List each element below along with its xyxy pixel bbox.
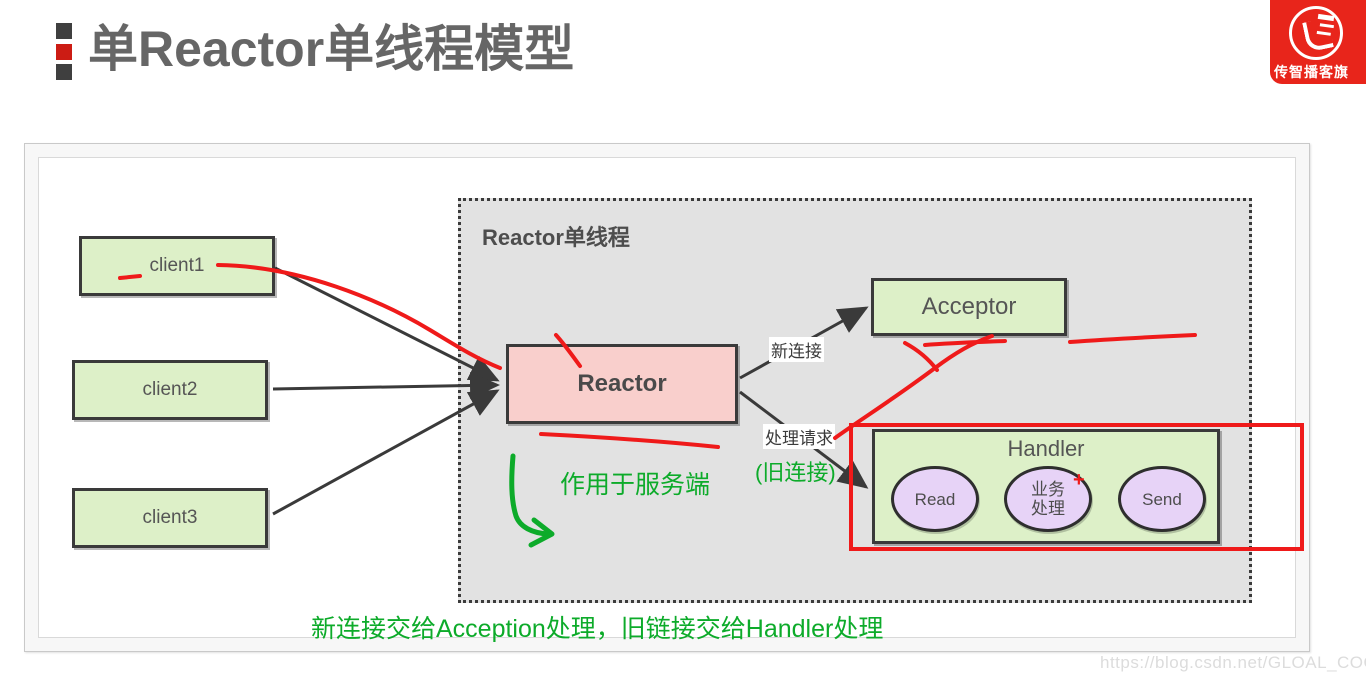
client-box-1[interactable]: client1 (79, 236, 275, 296)
handler-node-send[interactable]: Send (1118, 466, 1206, 532)
slide-page: 单Reactor单线程模型 传智播客旗 Reactor单线程 client1 c (0, 0, 1366, 683)
reactor-label: Reactor (577, 370, 667, 397)
bullet-square-top (56, 23, 72, 39)
handler-node-label: 业务 处理 (1031, 480, 1065, 518)
client-box-2[interactable]: client2 (72, 360, 268, 420)
bullet-square-bottom (56, 64, 72, 80)
edge-label-new-connection: 新连接 (769, 337, 824, 362)
client-label: client1 (149, 255, 205, 276)
annotation-caption: 新连接交给Acception处理，旧链接交给Handler处理 (311, 615, 884, 643)
acceptor-box[interactable]: Acceptor (871, 278, 1067, 336)
client-label: client2 (142, 379, 198, 400)
acceptor-label: Acceptor (921, 293, 1017, 320)
annotation-old-connection: (旧连接) (755, 460, 836, 485)
slide-header: 单Reactor单线程模型 传智播客旗 (0, 0, 1366, 106)
handler-node-label: Send (1142, 489, 1182, 509)
brand-name: 传智播客旗 (1274, 64, 1349, 80)
handler-node-label: Read (914, 489, 956, 509)
reactor-thread-label: Reactor单线程 (482, 225, 630, 250)
brand-badge: 传智播客旗 (1270, 0, 1366, 84)
watermark: https://blog.csdn.net/GLOAL_COOK (1100, 653, 1366, 672)
handler-box[interactable]: Handler Read 业务 处理 Send (872, 429, 1220, 544)
handler-title: Handler (1007, 436, 1085, 461)
client-label: client3 (142, 507, 198, 528)
handler-node-read[interactable]: Read (891, 466, 979, 532)
client-box-3[interactable]: client3 (72, 488, 268, 548)
annotation-server-side: 作用于服务端 (560, 471, 711, 499)
page-title: 单Reactor单线程模型 (88, 21, 575, 77)
reactor-box[interactable]: Reactor (506, 344, 738, 424)
bullet-square-middle (56, 43, 72, 60)
red-plus-annotation: + (1073, 469, 1085, 491)
title-bullet-icon (56, 23, 72, 80)
horse-head-icon (1289, 6, 1343, 60)
edge-label-handle-request: 处理请求 (763, 424, 835, 449)
